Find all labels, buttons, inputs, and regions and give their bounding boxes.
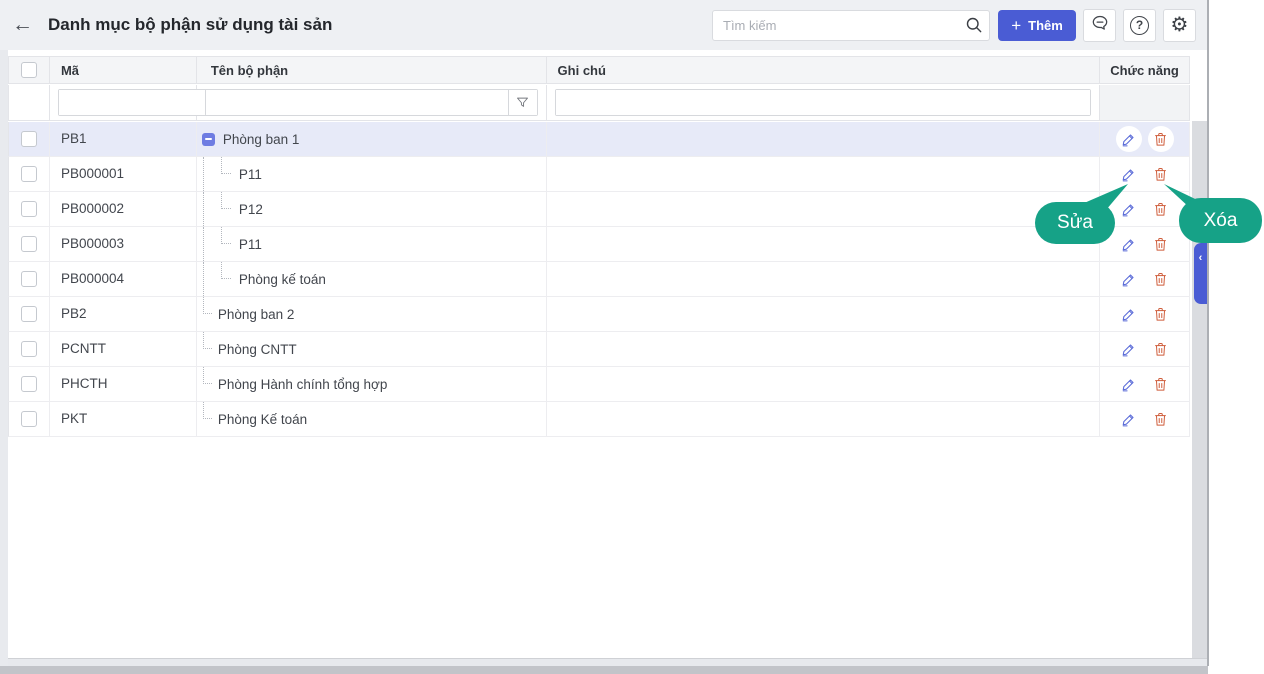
delete-callout: Xóa — [1179, 198, 1262, 243]
feedback-button[interactable] — [1083, 8, 1116, 42]
cell-name: Phòng CNTT — [217, 341, 297, 357]
side-panel-toggle[interactable]: ‹ — [1194, 243, 1207, 304]
cell-name: Phòng Kế toán — [217, 411, 308, 427]
feedback-icon — [1090, 13, 1110, 38]
app-window: ← Danh mục bộ phận sử dụng tài sản + Thê… — [0, 0, 1264, 674]
table-row[interactable]: PB000001 P11 — [8, 157, 1191, 192]
top-bar: ← Danh mục bộ phận sử dụng tài sản + Thê… — [0, 0, 1207, 50]
cell-note — [547, 367, 1101, 401]
table-row[interactable]: PB000003 P11 — [8, 227, 1191, 262]
table-header-row: Mã Tên bộ phận Ghi chú Chức năng — [8, 56, 1190, 84]
edit-button[interactable] — [1116, 371, 1142, 397]
search-icon[interactable] — [959, 15, 989, 35]
plus-icon: + — [1011, 15, 1022, 35]
row-checkbox[interactable] — [20, 306, 37, 322]
table-row[interactable]: PKT Phòng Kế toán — [8, 402, 1191, 437]
cell-name: P11 — [238, 166, 262, 182]
settings-button[interactable]: ⚙ — [1163, 8, 1196, 42]
column-header-name[interactable]: Tên bộ phận — [197, 57, 547, 83]
edit-button[interactable] — [1116, 336, 1142, 362]
page-title: Danh mục bộ phận sử dụng tài sản — [48, 15, 333, 34]
edit-callout: Sửa — [1035, 202, 1115, 244]
cell-code: PB2 — [50, 297, 197, 331]
table-row[interactable]: PCNTT Phòng CNTT — [8, 332, 1191, 367]
column-header-code[interactable]: Mã — [50, 57, 197, 83]
gear-icon: ⚙ — [1170, 14, 1189, 36]
cell-name: P11 — [238, 236, 262, 252]
cell-note — [547, 297, 1101, 331]
table-row[interactable]: PB000002 P12 — [8, 192, 1191, 227]
collapse-icon[interactable] — [201, 132, 215, 146]
delete-callout-label: Xóa — [1203, 209, 1238, 231]
add-button[interactable]: + Thêm — [998, 9, 1076, 41]
edit-button[interactable] — [1115, 126, 1142, 152]
select-all-checkbox[interactable] — [20, 62, 37, 78]
row-checkbox[interactable] — [20, 411, 37, 427]
row-checkbox[interactable] — [20, 166, 37, 182]
row-checkbox[interactable] — [20, 201, 37, 217]
cell-note — [547, 227, 1101, 261]
delete-button[interactable] — [1148, 406, 1174, 432]
help-button[interactable]: ? — [1123, 8, 1156, 42]
filter-name-input[interactable] — [205, 90, 508, 115]
table-row[interactable]: PB1 Phòng ban 1 — [8, 122, 1191, 157]
cell-note — [547, 157, 1101, 191]
chevron-left-icon: ‹ — [1198, 252, 1203, 264]
delete-button[interactable] — [1148, 371, 1174, 397]
cell-code: PB000003 — [50, 227, 197, 261]
table-row[interactable]: PB2 Phòng ban 2 — [8, 297, 1191, 332]
cell-note — [547, 332, 1101, 366]
cell-name: Phòng Hành chính tổng hợp — [217, 376, 388, 392]
cell-name: Phòng ban 1 — [222, 131, 300, 147]
cell-note — [547, 262, 1101, 296]
delete-button[interactable] — [1147, 126, 1174, 152]
cell-name: Phòng kế toán — [238, 271, 326, 287]
row-checkbox[interactable] — [20, 271, 37, 287]
help-icon: ? — [1130, 15, 1149, 35]
row-checkbox[interactable] — [20, 341, 37, 357]
cell-code: PCNTT — [50, 332, 197, 366]
table-filter-row — [8, 85, 1190, 121]
delete-button[interactable] — [1148, 231, 1174, 257]
row-checkbox[interactable] — [20, 131, 37, 147]
search-input[interactable] — [713, 17, 959, 33]
column-header-actions: Chức năng — [1100, 57, 1190, 83]
cell-code: PB1 — [50, 122, 197, 156]
window-right-border — [1207, 0, 1209, 666]
horizontal-scrollbar-track[interactable] — [8, 658, 1207, 666]
table-row[interactable]: PHCTH Phòng Hành chính tổng hợp — [8, 367, 1191, 402]
edit-callout-label: Sửa — [1057, 212, 1093, 233]
search-box[interactable] — [712, 9, 990, 41]
cell-note — [547, 122, 1101, 156]
horizontal-scrollbar[interactable] — [0, 666, 1208, 674]
column-header-note[interactable]: Ghi chú — [547, 57, 1101, 83]
cell-note — [547, 192, 1101, 226]
cell-code: PB000004 — [50, 262, 197, 296]
delete-button[interactable] — [1148, 266, 1174, 292]
edit-button[interactable] — [1116, 406, 1142, 432]
cell-code: PB000002 — [50, 192, 197, 226]
filter-note-input[interactable] — [555, 90, 1091, 115]
delete-button[interactable] — [1148, 336, 1174, 362]
edit-button[interactable] — [1116, 301, 1142, 327]
add-button-label: Thêm — [1028, 17, 1063, 33]
back-arrow-icon[interactable]: ← — [12, 13, 42, 37]
row-checkbox[interactable] — [20, 236, 37, 252]
cell-code: PB000001 — [50, 157, 197, 191]
delete-button[interactable] — [1148, 301, 1174, 327]
edit-button[interactable] — [1116, 231, 1142, 257]
cell-name: Phòng ban 2 — [217, 306, 295, 322]
edit-button[interactable] — [1116, 266, 1142, 292]
row-checkbox[interactable] — [20, 376, 37, 392]
cell-note — [547, 402, 1101, 436]
table-row[interactable]: PB000004 Phòng kế toán — [8, 262, 1191, 297]
filter-funnel-icon[interactable] — [507, 90, 537, 115]
cell-code: PHCTH — [50, 367, 197, 401]
left-margin-strip — [0, 50, 8, 666]
cell-name: P12 — [238, 201, 263, 217]
cell-code: PKT — [50, 402, 197, 436]
